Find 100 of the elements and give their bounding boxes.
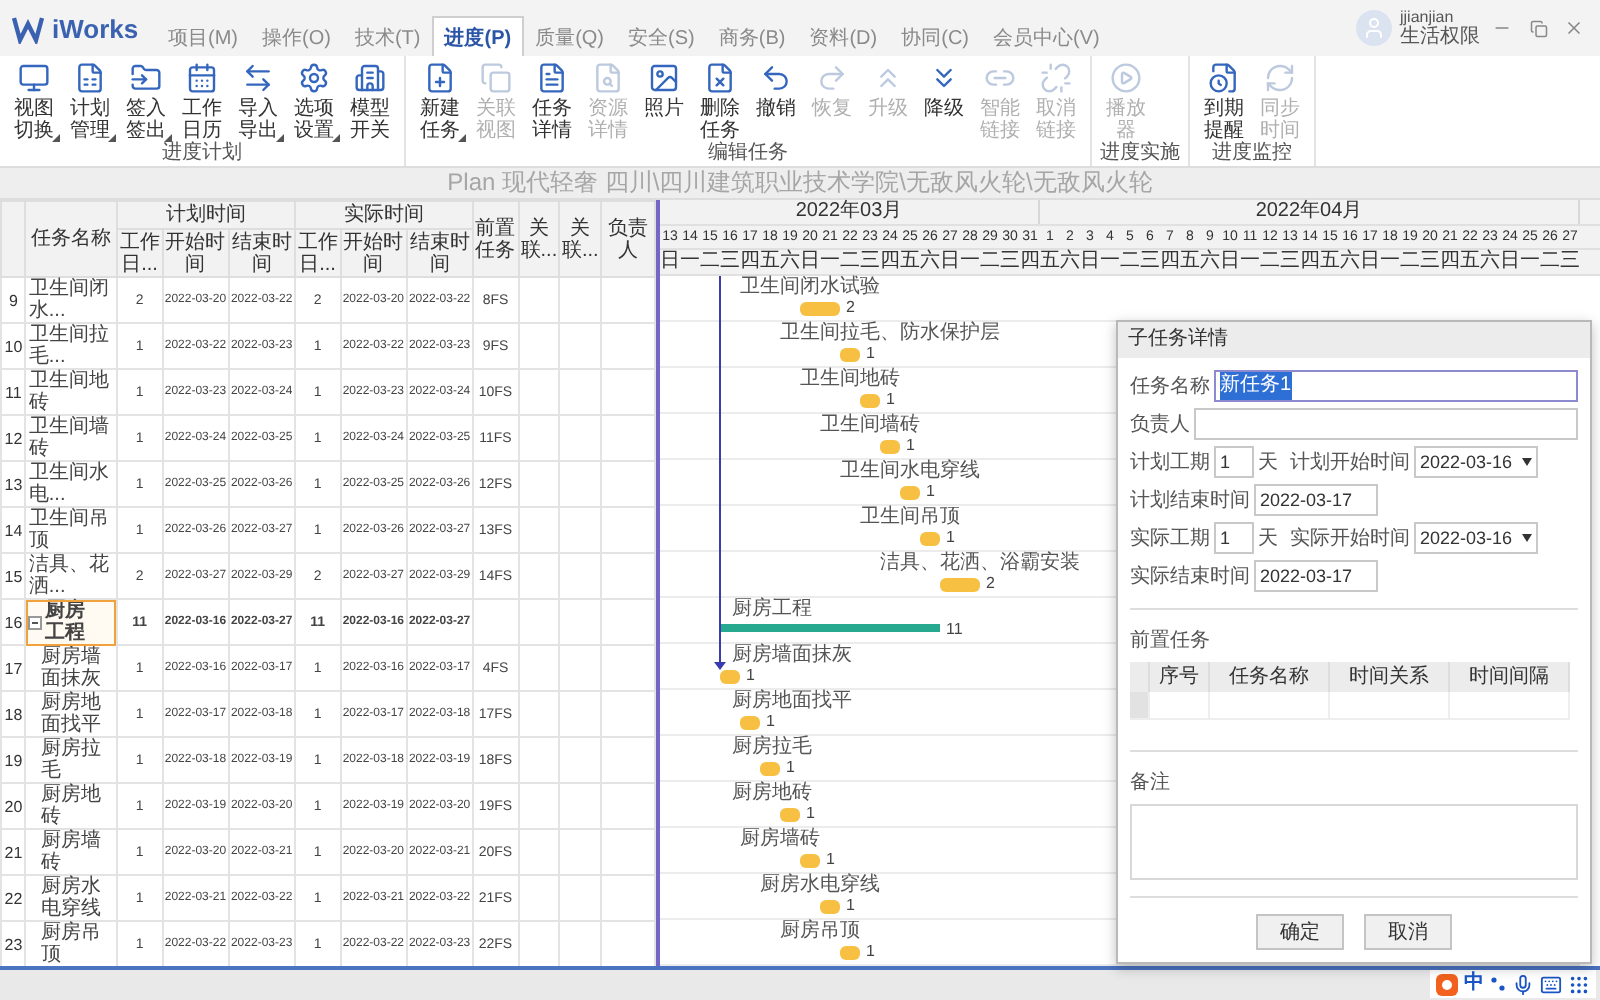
field-label: 负责人 — [1130, 411, 1190, 438]
task-name[interactable]: 厨房地面找平 — [25, 691, 117, 737]
duration-label: 1 — [946, 528, 955, 548]
ribbon-group-label: 进度监控 — [1210, 142, 1294, 166]
date-field[interactable]: 2022-03-17 — [1254, 484, 1378, 516]
weekday-label: 二 — [840, 250, 860, 274]
column-header[interactable]: 开始时间 — [162, 229, 229, 277]
duration-field[interactable]: 1 — [1214, 522, 1254, 554]
month-header: 2022年03月 — [660, 200, 1040, 224]
column-header[interactable]: 任务名称 — [25, 201, 117, 277]
ribbon-button[interactable]: 模型开关 — [344, 62, 396, 142]
ribbon-button[interactable]: 到期提醒 — [1198, 62, 1250, 142]
column-header[interactable]: 结束时间 — [406, 229, 473, 277]
weekday-label: 四 — [880, 250, 900, 274]
ribbon-group-label: 进度计划 — [160, 142, 244, 166]
task-name[interactable]: 卫生间墙砖 — [25, 415, 117, 461]
date-select[interactable]: 2022-03-16 — [1414, 522, 1538, 554]
task-bar[interactable] — [880, 440, 900, 454]
column-header[interactable]: 工作日... — [116, 229, 163, 277]
weekday-label: 四 — [1160, 250, 1180, 274]
field-label: 实际工期 — [1130, 525, 1210, 552]
ribbon-button[interactable]: 新建任务 — [414, 62, 466, 142]
weekday-label: 五 — [1040, 250, 1060, 274]
keyboard-icon[interactable] — [1540, 973, 1562, 995]
weekday-label: 六 — [1200, 250, 1220, 274]
duration-label: 2 — [986, 574, 995, 594]
ribbon-button[interactable]: 降级 — [918, 62, 970, 142]
column-header[interactable]: 结束时间 — [228, 229, 295, 277]
weekday-label: 日 — [1360, 250, 1380, 274]
dialog-button[interactable]: 确定 — [1256, 914, 1344, 950]
redo-icon — [816, 62, 848, 94]
task-bar[interactable] — [920, 532, 940, 546]
column-header[interactable]: 前置任务 — [472, 201, 519, 277]
microphone-icon[interactable] — [1512, 973, 1534, 995]
ribbon-button[interactable]: 工作日历 — [176, 62, 228, 142]
task-name[interactable]: 厨房墙砖 — [25, 829, 117, 875]
task-bar[interactable] — [900, 486, 920, 500]
task-bar[interactable] — [820, 900, 840, 914]
task-name[interactable]: 卫生间水电... — [25, 461, 117, 507]
duration-label: 1 — [926, 482, 935, 502]
grid-icon[interactable] — [1568, 973, 1590, 995]
text-field[interactable]: 新任务1 — [1214, 370, 1578, 402]
ribbon-button[interactable]: 视图切换 — [8, 62, 60, 142]
task-bar[interactable] — [740, 716, 760, 730]
ribbon-button[interactable]: 导入导出 — [232, 62, 284, 142]
task-bar[interactable] — [840, 348, 860, 362]
task-name[interactable]: 卫生间地砖 — [25, 369, 117, 415]
date-select[interactable]: 2022-03-16 — [1414, 446, 1538, 478]
task-name[interactable]: 洁具、花洒... — [25, 553, 117, 599]
row-header-cell[interactable] — [1130, 692, 1150, 720]
weekday-label: 日 — [940, 250, 960, 274]
column-header[interactable]: 开始时间 — [340, 229, 407, 277]
ime-logo-icon[interactable] — [1436, 973, 1458, 995]
logo-icon — [12, 12, 44, 44]
dialog-button[interactable]: 取消 — [1364, 914, 1452, 950]
bar-label: 厨房水电穿线 — [760, 874, 880, 896]
ribbon-button[interactable]: 照片 — [638, 62, 690, 142]
punctuation-icon[interactable] — [1490, 974, 1506, 994]
task-name[interactable]: 厨房地砖 — [25, 783, 117, 829]
column-header[interactable]: 负责人 — [600, 201, 655, 277]
summary-bar[interactable] — [720, 624, 940, 632]
column-header[interactable]: 工作日... — [294, 229, 341, 277]
task-bar[interactable] — [760, 762, 780, 776]
ribbon-button[interactable]: 计划管理 — [64, 62, 116, 142]
task-name[interactable]: 卫生间闭水... — [25, 277, 117, 323]
task-name[interactable]: 卫生间吊顶 — [25, 507, 117, 553]
task-bar[interactable] — [800, 854, 820, 868]
ribbon-button[interactable]: 任务详情 — [526, 62, 578, 142]
task-bar[interactable] — [720, 670, 740, 684]
field-label: 任务名称 — [1130, 374, 1210, 400]
task-name[interactable]: 厨房拉毛 — [25, 737, 117, 783]
task-bar[interactable] — [800, 302, 840, 316]
task-bar[interactable] — [860, 394, 880, 408]
task-name[interactable]: 卫生间拉毛... — [25, 323, 117, 369]
collapse-icon[interactable] — [28, 615, 43, 629]
menu-tab[interactable]: 进度(P) — [432, 16, 524, 56]
task-bar[interactable] — [780, 808, 800, 822]
unit-label: 天 — [1258, 450, 1278, 476]
ribbon-button[interactable]: 撤销 — [750, 62, 802, 142]
app-logo-text: iWorks — [52, 13, 139, 43]
weekday-label: 五 — [900, 250, 920, 274]
notes-field[interactable] — [1130, 804, 1578, 880]
ribbon-button[interactable]: 选项设置 — [288, 62, 340, 142]
column-header[interactable]: 关联... — [559, 201, 601, 277]
task-bar[interactable] — [940, 578, 980, 592]
column-header[interactable]: 关联... — [518, 201, 560, 277]
duration-field[interactable]: 1 — [1214, 446, 1254, 478]
task-name[interactable]: 厨房水电穿线 — [25, 875, 117, 921]
date-field[interactable]: 2022-03-17 — [1254, 560, 1378, 592]
task-bar[interactable] — [840, 946, 860, 960]
task-name[interactable]: 厨房墙面抹灰 — [25, 645, 117, 691]
ribbon-button[interactable]: 删除任务 — [694, 62, 746, 142]
document-icon — [536, 62, 568, 94]
ribbon-button[interactable]: 签入签出 — [120, 62, 172, 142]
text-field[interactable] — [1194, 408, 1578, 440]
duration-label: 1 — [846, 896, 855, 916]
task-name[interactable]: 厨房吊顶 — [25, 921, 117, 967]
column-header: 时间间隔 — [1450, 662, 1570, 692]
weekday-label: 日 — [660, 250, 680, 274]
ime-mode[interactable]: 中 — [1464, 972, 1484, 996]
